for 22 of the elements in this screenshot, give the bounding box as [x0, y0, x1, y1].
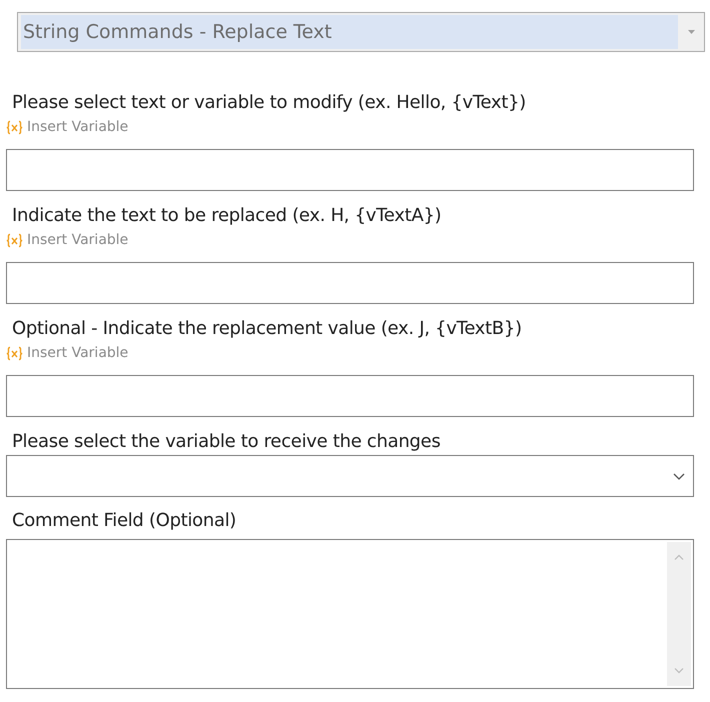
scroll-down-icon: [674, 668, 684, 674]
scrollbar[interactable]: [667, 542, 691, 686]
field-label: Please select the variable to receive the changes: [11, 430, 442, 454]
variable-icon: [6, 232, 23, 248]
insert-variable-link[interactable]: Insert Variable: [27, 345, 128, 361]
comment-field[interactable]: [6, 539, 694, 689]
insert-variable-link[interactable]: Insert Variable: [27, 232, 128, 248]
variable-icon: [6, 120, 23, 134]
field-label: Please select text or variable to modify (ex. Hello, {vText}): [11, 91, 527, 115]
scroll-up-icon: [674, 554, 684, 560]
command-dropdown[interactable]: String Commands - Replace Text: [17, 12, 705, 52]
text-field[interactable]: [6, 375, 694, 417]
field-label: Comment Field (Optional): [11, 509, 238, 533]
text-field[interactable]: [6, 262, 694, 304]
field-label: Optional - Indicate the replacement value (ex. J, {vTextB}): [11, 317, 523, 341]
insert-variable-link[interactable]: Insert Variable: [27, 119, 128, 135]
variable-dropdown[interactable]: [6, 455, 694, 497]
caret-icon: [688, 30, 694, 34]
field-label: Indicate the text to be replaced (ex. H, {vTextA}): [11, 204, 442, 228]
text-field[interactable]: [6, 149, 694, 191]
variable-icon: [6, 346, 23, 360]
chevron-down-icon: [673, 472, 685, 480]
